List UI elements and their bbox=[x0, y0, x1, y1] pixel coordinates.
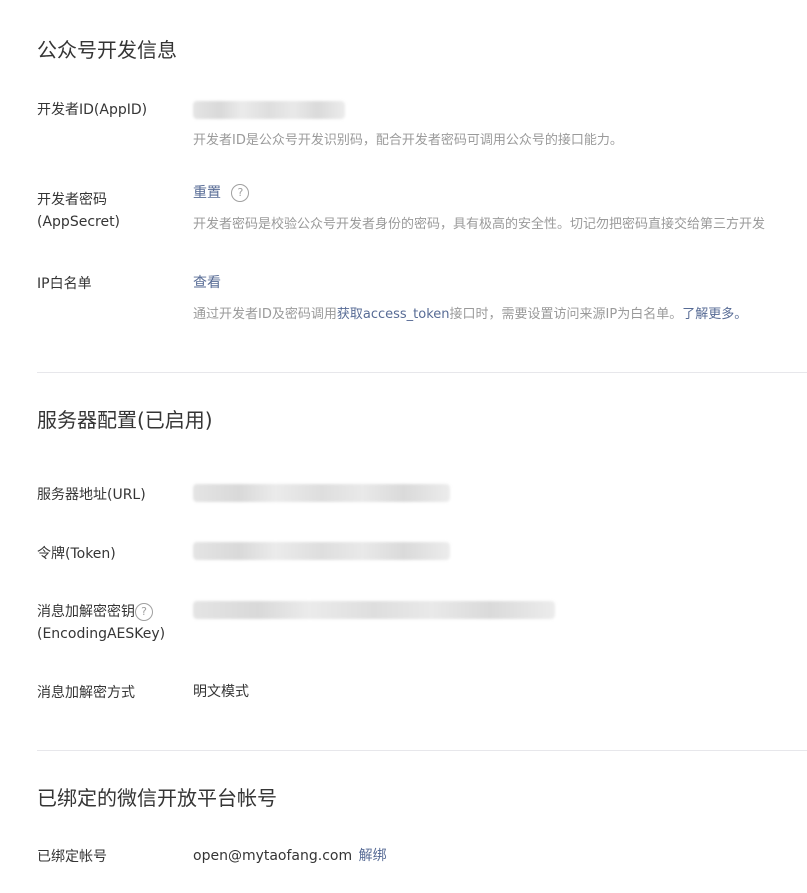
encryption-mode-label: 消息加解密方式 bbox=[37, 685, 135, 701]
bound-account-label: 已绑定帐号 bbox=[37, 849, 107, 865]
token-value-redacted bbox=[193, 542, 450, 560]
question-help-icon[interactable]: ? bbox=[135, 603, 153, 621]
server-url-label: 服务器地址(URL) bbox=[37, 487, 146, 503]
ip-whitelist-label: IP白名单 bbox=[37, 276, 92, 292]
token-label: 令牌(Token) bbox=[37, 546, 116, 562]
aeskey-value-redacted bbox=[193, 601, 555, 619]
appid-description: 开发者ID是公众号开发识别码，配合开发者密码可调用公众号的接口能力。 bbox=[193, 133, 623, 148]
ip-desc-prefix: 通过开发者ID及密码调用 bbox=[193, 307, 337, 322]
encryption-mode-value: 明文模式 bbox=[193, 684, 249, 700]
learn-more-link[interactable]: 了解更多。 bbox=[682, 307, 747, 322]
aeskey-label-text: 消息加解密密钥 bbox=[37, 604, 135, 620]
section-title-open-platform: 已绑定的微信开放平台帐号 bbox=[37, 786, 277, 810]
view-ip-whitelist-link[interactable]: 查看 bbox=[193, 273, 221, 293]
section-divider bbox=[37, 372, 807, 373]
bound-account-row: open@mytaofang.com 解绑 bbox=[193, 846, 387, 866]
ip-whitelist-description: 通过开发者ID及密码调用获取access_token接口时，需要设置访问来源IP… bbox=[193, 305, 747, 325]
appid-label: 开发者ID(AppID) bbox=[37, 102, 148, 118]
appid-value-redacted bbox=[193, 101, 345, 119]
ip-desc-middle: 接口时，需要设置访问来源IP为白名单。 bbox=[449, 307, 683, 322]
appsecret-label-line1: 开发者密码 bbox=[37, 192, 107, 208]
unbind-link[interactable]: 解绑 bbox=[359, 848, 387, 864]
aeskey-label-line1: 消息加解密密钥? bbox=[37, 601, 153, 623]
appsecret-actions: 重置 ? bbox=[193, 183, 250, 203]
developer-settings-page: 公众号开发信息 开发者ID(AppID) 开发者ID是公众号开发识别码，配合开发… bbox=[0, 0, 807, 893]
section-title-developer-info: 公众号开发信息 bbox=[37, 38, 177, 62]
section-title-server-config: 服务器配置(已启用) bbox=[37, 408, 213, 432]
reset-secret-link[interactable]: 重置 bbox=[193, 185, 221, 201]
server-url-value-redacted bbox=[193, 484, 450, 502]
section-divider bbox=[37, 750, 807, 751]
aeskey-label-line2: (EncodingAESKey) bbox=[37, 626, 166, 642]
appsecret-description: 开发者密码是校验公众号开发者身份的密码，具有极高的安全性。切记勿把密码直接交给第… bbox=[193, 217, 766, 232]
appsecret-label-line2: (AppSecret) bbox=[37, 214, 121, 230]
get-access-token-link[interactable]: 获取access_token bbox=[337, 307, 450, 322]
question-help-icon[interactable]: ? bbox=[231, 184, 250, 202]
bound-account-email: open@mytaofang.com bbox=[193, 848, 353, 864]
